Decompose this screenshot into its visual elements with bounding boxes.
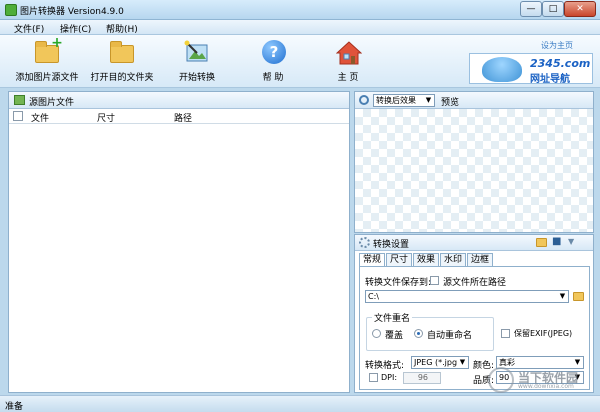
maximize-button[interactable]: □ — [542, 1, 564, 17]
ad-banner[interactable]: 2345.com 网址导航 — [469, 53, 593, 85]
chevron-down-icon: ▼ — [425, 96, 432, 104]
collapse-icon[interactable]: ▼ — [568, 237, 574, 246]
tab-size[interactable]: 尺寸 — [386, 253, 412, 266]
folder-icon — [108, 39, 136, 65]
tab-general[interactable]: 常规 — [359, 253, 385, 267]
site-watermark: 当下软件园 www.downxia.com — [488, 367, 598, 393]
chevron-down-icon: ▼ — [559, 292, 566, 300]
dpi-input[interactable]: 96 — [403, 372, 441, 384]
status-bar: 准备 — [0, 395, 600, 412]
octopus-mascot-icon — [482, 57, 522, 82]
home-label: 主 页 — [337, 73, 359, 83]
gear-icon — [359, 237, 370, 248]
status-text: 准备 — [5, 402, 24, 412]
help-icon: ? — [259, 39, 287, 65]
watermark-logo-icon — [488, 367, 514, 393]
open-target-folder-button[interactable]: 打开目的文件夹 — [82, 39, 162, 83]
home-icon — [334, 39, 362, 65]
home-button[interactable]: 主 页 — [308, 39, 388, 83]
color-value: 真彩 — [499, 358, 515, 367]
column-size[interactable]: 尺寸 — [97, 111, 115, 124]
window-title: 图片转换器 Version4.9.0 — [20, 7, 124, 17]
menu-file[interactable]: 文件(F) — [14, 22, 44, 35]
open-folder-icon[interactable] — [536, 238, 547, 247]
dpi-checkbox[interactable] — [369, 373, 378, 382]
settings-title: 转换设置 — [373, 240, 410, 250]
title-bar: 图片转换器 Version4.9.0 — □ ✕ — [0, 0, 600, 20]
source-path-label: 源文件所在路径 — [443, 278, 507, 288]
preview-canvas — [355, 109, 593, 232]
tab-effect[interactable]: 效果 — [413, 253, 439, 266]
format-label: 转换格式: — [365, 361, 405, 371]
settings-header: 转换设置 ■ ▼ — [355, 235, 593, 251]
source-panel-header: 源图片文件 — [9, 92, 349, 109]
chevron-down-icon: ▼ — [459, 358, 466, 366]
column-path[interactable]: 路径 — [174, 111, 192, 124]
auto-rename-radio[interactable] — [414, 329, 423, 338]
format-select[interactable]: JPEG (*.jpg ▼ — [411, 356, 469, 369]
set-homepage-link[interactable]: 设为主页 — [541, 40, 573, 51]
menu-bar: 文件(F) 操作(C) 帮助(H) — [0, 20, 600, 35]
start-convert-button[interactable]: 开始转换 — [157, 39, 237, 83]
rename-group-label: 文件重名 — [372, 311, 413, 324]
magnifier-icon — [359, 95, 369, 105]
save-icon[interactable]: ■ — [552, 236, 561, 247]
menu-operation[interactable]: 操作(C) — [60, 22, 91, 35]
open-target-label: 打开目的文件夹 — [90, 73, 154, 83]
close-button[interactable]: ✕ — [564, 1, 596, 17]
keep-exif-checkbox[interactable] — [501, 329, 510, 338]
browse-folder-icon[interactable] — [573, 292, 584, 301]
image-icon — [14, 95, 25, 105]
preview-header: 转换后效果 ▼ 预览 — [355, 92, 593, 109]
watermark-url: www.downxia.com — [518, 383, 574, 390]
overwrite-label: 覆盖 — [385, 331, 404, 341]
ad-subtitle: 网址导航 — [530, 74, 570, 85]
chevron-down-icon: ▼ — [574, 358, 581, 366]
preview-mode-value: 转换后效果 — [376, 96, 416, 105]
source-panel-title: 源图片文件 — [29, 98, 75, 108]
help-button[interactable]: ? 帮 助 — [233, 39, 313, 83]
file-list[interactable] — [9, 125, 349, 392]
save-to-label: 转换文件保存到: — [365, 278, 432, 288]
tab-border[interactable]: 边框 — [467, 253, 493, 266]
add-source-button[interactable]: + 添加图片源文件 — [7, 36, 87, 83]
preview-panel: 转换后效果 ▼ 预览 — [354, 91, 594, 233]
preview-mode-select[interactable]: 转换后效果 ▼ — [373, 94, 435, 107]
preview-label: 预览 — [441, 98, 460, 108]
column-file[interactable]: 文件 — [31, 111, 49, 124]
source-files-panel: 源图片文件 文件 尺寸 路径 — [8, 91, 350, 393]
add-folder-icon: + — [33, 36, 63, 65]
minimize-button[interactable]: — — [520, 1, 542, 17]
app-icon — [5, 4, 17, 16]
select-all-checkbox[interactable] — [13, 111, 23, 121]
dpi-label: DPI: — [381, 373, 398, 382]
magic-wand-picture-icon — [183, 39, 211, 65]
ad-logo-text: 2345.com — [530, 57, 591, 70]
source-path-checkbox[interactable] — [430, 276, 439, 285]
help-label: 帮 助 — [262, 73, 284, 83]
auto-rename-label: 自动重命名 — [427, 331, 473, 341]
output-path-value: C:\ — [368, 292, 379, 301]
add-source-label: 添加图片源文件 — [15, 73, 79, 83]
tab-watermark[interactable]: 水印 — [440, 253, 466, 266]
keep-exif-label: 保留EXIF(JPEG) — [514, 329, 573, 338]
menu-help[interactable]: 帮助(H) — [106, 22, 138, 35]
start-convert-label: 开始转换 — [178, 73, 215, 83]
overwrite-radio[interactable] — [372, 329, 381, 338]
file-list-header: 文件 尺寸 路径 — [9, 109, 349, 124]
output-path-select[interactable]: C:\ ▼ — [365, 290, 569, 303]
format-value: JPEG (*.jpg — [414, 358, 458, 367]
